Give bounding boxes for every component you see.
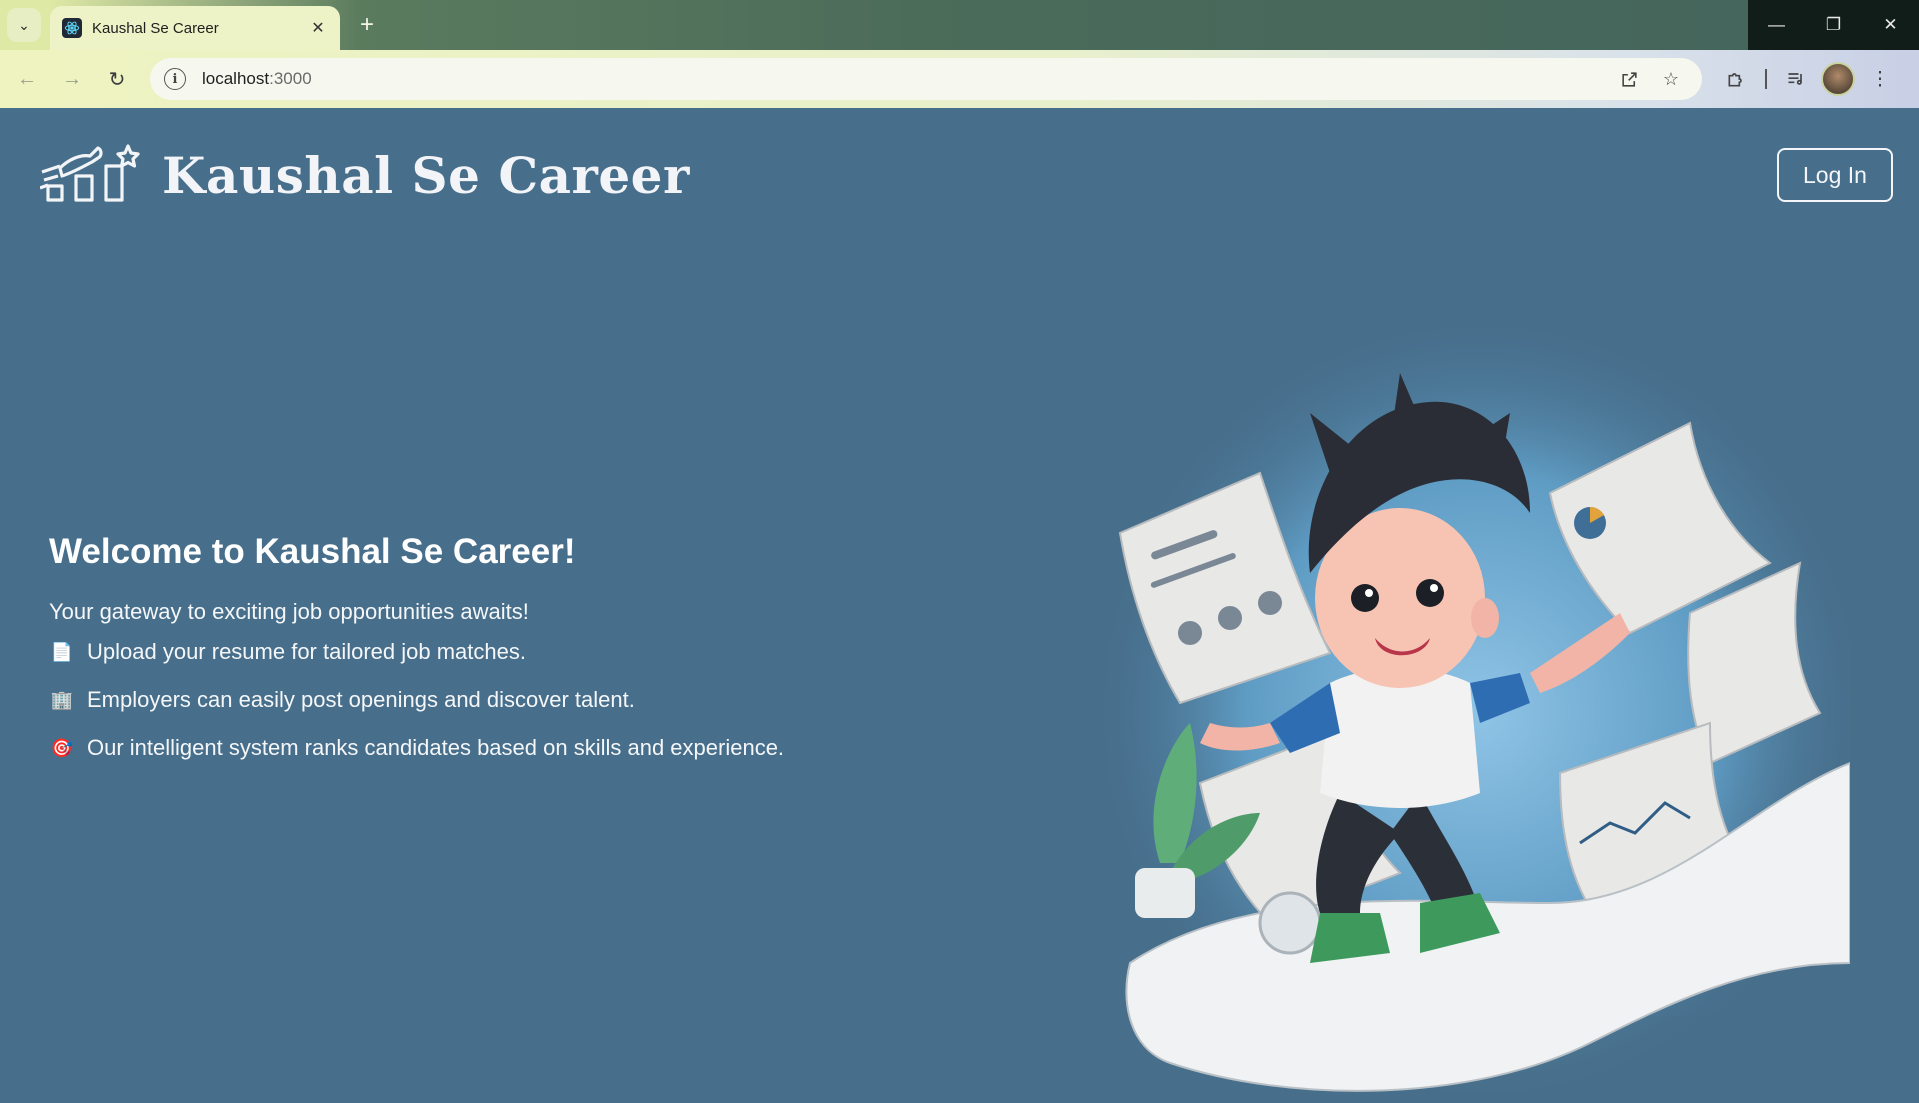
hero-subtitle: Your gateway to exciting job opportuniti… [49,599,529,624]
feature-list: 📄 Upload your resume for tailored job ma… [49,628,784,772]
list-item: 🎯 Our intelligent system ranks candidate… [49,724,784,772]
address-bar[interactable]: i localhost:3000 ☆ [150,58,1702,100]
react-icon [62,18,82,38]
feature-text: Our intelligent system ranks candidates … [87,735,785,760]
list-item: 📄 Upload your resume for tailored job ma… [49,628,784,676]
info-icon[interactable]: i [164,68,186,90]
minimize-icon: — [1768,15,1785,34]
window-controls: — ❐ ✕ [1748,0,1919,50]
brand-name: Kaushal Se Career [162,145,690,205]
url-text[interactable]: localhost:3000 [202,69,1604,89]
tab-title: Kaushal Se Career [92,19,219,37]
hero-illustration [1090,323,1850,1103]
forward-button[interactable]: → [55,62,89,96]
arrow-left-icon: ← [17,67,37,90]
close-icon[interactable]: ✕ [308,18,328,38]
url-host: localhost [202,69,270,88]
tab-search-button[interactable]: ⌄ [7,8,41,42]
landing-page: Kaushal Se Career Log In Welcome to Kaus… [0,108,1919,1103]
kebab-menu-icon[interactable]: ⋮ [1859,58,1901,100]
list-item: 🏢 Employers can easily post openings and… [49,676,784,724]
back-button[interactable]: ← [10,62,44,96]
plus-icon: + [359,11,374,38]
brand[interactable]: Kaushal Se Career [40,142,690,208]
new-tab-button[interactable]: + [352,10,382,40]
hero-title: Welcome to Kaushal Se Career! [49,532,576,571]
reload-button[interactable]: ↻ [100,62,134,96]
star-icon[interactable]: ☆ [1654,62,1688,96]
office-building-icon: 🏢 [50,689,74,710]
restore-icon: ❐ [1825,15,1842,34]
url-port: :3000 [269,69,312,88]
toolbar-actions: ⋮ [1715,58,1901,100]
document-icon: 📄 [50,641,74,662]
toolbar-divider [1765,69,1767,89]
profile-button[interactable] [1817,58,1859,100]
feature-text: Upload your resume for tailored job matc… [87,639,526,664]
open-external-icon[interactable] [1612,62,1646,96]
login-button[interactable]: Log In [1777,148,1893,202]
minimize-button[interactable]: — [1748,0,1805,50]
browser-tab[interactable]: Kaushal Se Career ✕ [50,6,340,50]
arrow-right-icon: → [62,67,82,90]
close-window-button[interactable]: ✕ [1862,0,1919,50]
chevron-down-icon: ⌄ [18,16,30,33]
close-icon: ✕ [1883,15,1898,34]
avatar [1821,62,1855,96]
puzzle-icon[interactable] [1715,58,1757,100]
feature-text: Employers can easily post openings and d… [87,687,635,712]
media-queue-icon[interactable] [1775,58,1817,100]
reload-icon: ↻ [108,68,126,91]
browser-toolbar: ← → ↻ i localhost:3000 ☆ ⋮ [0,50,1919,108]
restore-button[interactable]: ❐ [1805,0,1862,50]
career-steps-logo-icon [40,144,140,202]
target-icon: 🎯 [50,737,74,758]
browser-tab-strip: ⌄ Kaushal Se Career ✕ + — ❐ ✕ [0,0,1919,50]
